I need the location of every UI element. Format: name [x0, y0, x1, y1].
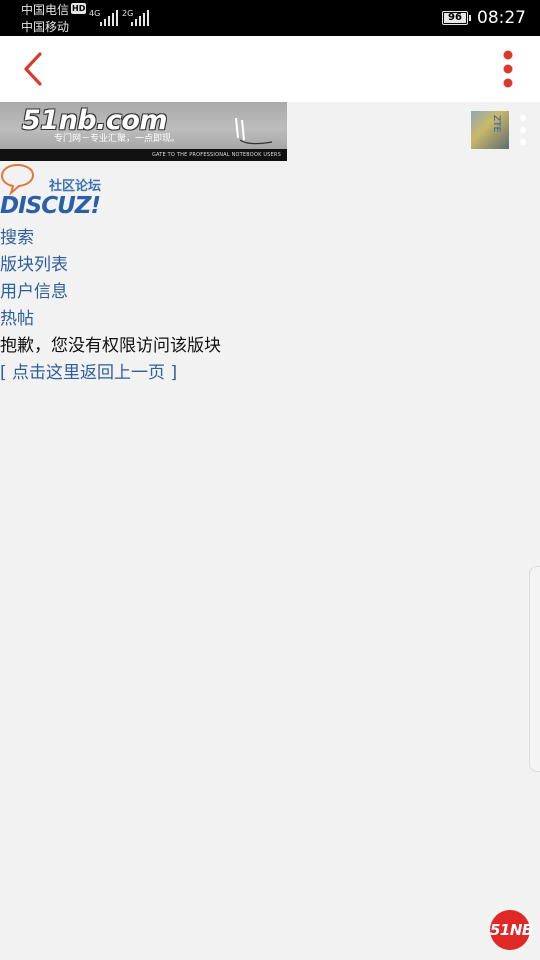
discuz-logo[interactable]: 社区论坛 DISCUZ!	[0, 163, 112, 219]
side-menu-icon[interactable]	[518, 115, 528, 149]
network-type-2: 2G	[122, 9, 134, 18]
battery-level: 96	[448, 12, 462, 23]
edge-swipe-handle[interactable]	[529, 566, 540, 772]
main-menu: 搜索 版块列表 用户信息 热帖 抱歉，您没有权限访问该版块 [ 点击这里返回上一…	[0, 225, 221, 387]
carrier-1: 中国电信	[21, 3, 70, 17]
banner-tagline: GATE TO THE PROFESSIONAL NOTEBOOK USERS	[151, 152, 281, 158]
pen-decoration-icon	[235, 117, 273, 145]
network-type-1: 4G	[89, 9, 101, 18]
floating-51nb-button[interactable]: 51NB	[490, 910, 533, 950]
chevron-left-icon	[24, 52, 42, 86]
back-button[interactable]	[14, 48, 54, 90]
more-vertical-icon	[503, 50, 513, 88]
battery-icon: 96	[442, 11, 468, 25]
search-link[interactable]: 搜索	[0, 225, 221, 252]
forum-list-link[interactable]: 版块列表	[0, 252, 221, 279]
carrier-2: 中国移动	[21, 20, 70, 34]
clock: 08:27	[477, 8, 526, 28]
user-info-link[interactable]: 用户信息	[0, 279, 221, 306]
hd-badge: HD	[71, 3, 87, 14]
discuz-wordmark: DISCUZ!	[0, 193, 101, 219]
speech-bubble-icon	[0, 163, 35, 196]
thumbnail-text: ZTE	[491, 115, 501, 133]
status-bar: 中国电信 HD 中国移动 4G 2G 96 08:27	[0, 0, 540, 36]
thumbnail-image[interactable]: ZTE	[471, 111, 509, 149]
hot-posts-link[interactable]: 热帖	[0, 306, 221, 333]
permission-error-message: 抱歉，您没有权限访问该版块	[0, 336, 221, 356]
site-banner[interactable]: 51nb.com 专门网－专业汇聚，一点即现。 GATE TO THE PROF…	[0, 102, 287, 161]
top-nav-bar	[0, 36, 540, 102]
more-options-button[interactable]	[494, 48, 522, 90]
banner-slogan: 专门网－专业汇聚，一点即现。	[54, 134, 181, 144]
back-to-previous-link[interactable]: [ 点击这里返回上一页 ]	[0, 360, 221, 387]
